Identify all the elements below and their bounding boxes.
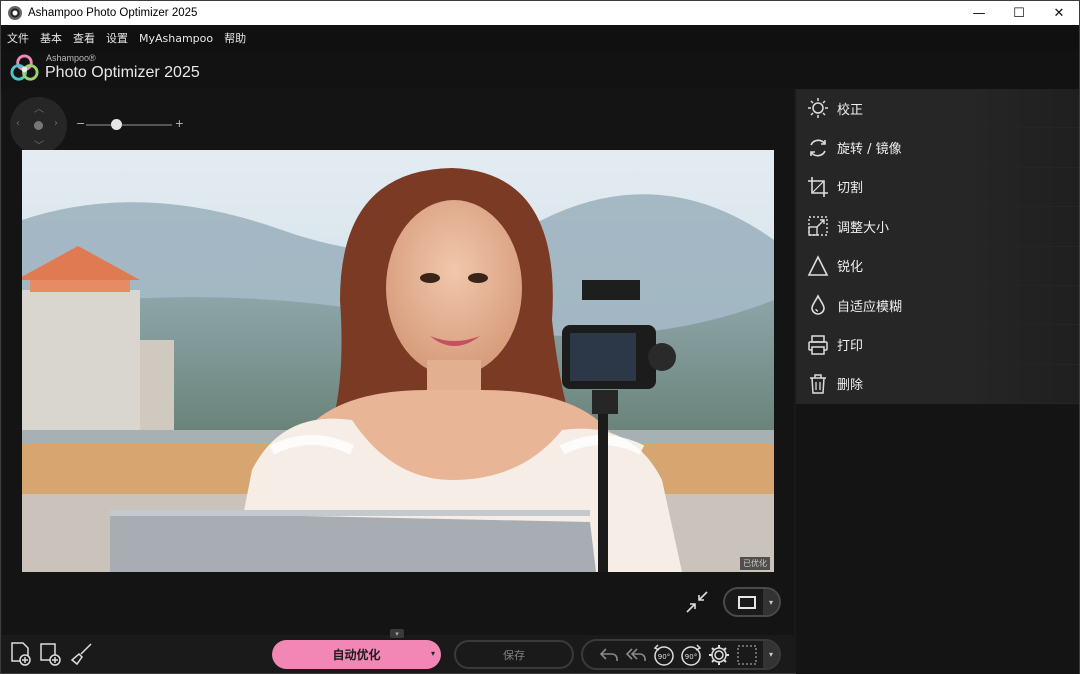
- zoom-in-icon[interactable]: +: [175, 117, 184, 130]
- rotate-left-icon[interactable]: 90°: [652, 643, 676, 667]
- logo-brand: Ashampoo®: [46, 53, 96, 63]
- panel-item-label: 旋转 / 镜像: [837, 142, 902, 158]
- collapse-chevron-icon[interactable]: ▾: [390, 629, 404, 638]
- panel-item-label: 校正: [837, 102, 864, 118]
- drop-icon: [803, 294, 833, 316]
- save-button[interactable]: 保存: [454, 640, 574, 669]
- add-folder-icon[interactable]: [38, 641, 64, 667]
- panel-item-label: 自适应模糊: [837, 299, 903, 315]
- rotate-left-label: 90°: [658, 653, 670, 661]
- brush-icon[interactable]: [69, 641, 95, 667]
- panel-item-resize[interactable]: 调整大小: [796, 207, 1079, 247]
- panel-empty-area: [796, 404, 1079, 674]
- navigation-pad[interactable]: ︿ ﹀ ‹ ›: [10, 97, 67, 154]
- photo-image: [22, 150, 774, 572]
- panel-item-label: 打印: [837, 339, 864, 355]
- menu-basic[interactable]: 基本: [40, 30, 62, 46]
- menu-myashampoo[interactable]: MyAshampoo: [139, 32, 213, 45]
- panel-item-label: 删除: [837, 378, 864, 394]
- crop-icon: [803, 176, 833, 198]
- menu-view[interactable]: 查看: [73, 30, 95, 46]
- app-icon: [8, 6, 22, 20]
- zoom-slider[interactable]: − +: [76, 117, 184, 131]
- panel-item-label: 切割: [837, 181, 864, 197]
- panel-item-blur[interactable]: 自适应模糊: [796, 285, 1079, 326]
- sun-icon: [803, 97, 833, 119]
- bottom-toolbar: ▾ 自动优化 ▾ 保存 90° 90° ▾: [2, 629, 794, 673]
- arrow-left-icon[interactable]: ‹: [16, 118, 20, 129]
- panel-item-print[interactable]: 打印: [796, 325, 1079, 365]
- minimize-button[interactable]: —: [959, 1, 999, 25]
- view-mode-toggle[interactable]: ▾: [723, 587, 781, 617]
- photo-preview: 已优化: [22, 150, 774, 572]
- printer-icon: [803, 334, 833, 356]
- zoom-track[interactable]: [86, 124, 172, 126]
- panel-item-correct[interactable]: 校正: [796, 89, 1079, 129]
- panel-item-delete[interactable]: 删除: [796, 364, 1079, 405]
- menu-bar: 文件 基本 查看 设置 MyAshampoo 帮助: [1, 25, 1079, 51]
- zoom-out-icon[interactable]: −: [76, 117, 85, 130]
- image-canvas[interactable]: ︿ ﹀ ‹ › − + 已优化 ▾: [2, 89, 794, 635]
- rotate-icon: [803, 137, 833, 159]
- panel-item-rotate[interactable]: 旋转 / 镜像: [796, 128, 1079, 168]
- close-button[interactable]: ✕: [1039, 1, 1079, 25]
- gear-icon[interactable]: [707, 643, 731, 667]
- single-view-icon: [738, 596, 756, 609]
- ashampoo-logo-icon: [10, 54, 39, 81]
- trash-icon: [803, 373, 833, 395]
- optimized-badge: 已优化: [740, 557, 770, 570]
- panel-item-sharpen[interactable]: 锐化: [796, 246, 1079, 286]
- auto-optimize-button[interactable]: 自动优化 ▾: [272, 640, 441, 669]
- menu-file[interactable]: 文件: [7, 30, 29, 46]
- rotate-right-icon[interactable]: 90°: [679, 643, 703, 667]
- maximize-button[interactable]: ☐: [999, 1, 1039, 25]
- panel-item-label: 调整大小: [837, 220, 890, 236]
- rotate-right-label: 90°: [685, 653, 697, 661]
- resize-icon: [803, 215, 833, 237]
- center-dot-icon[interactable]: [34, 121, 43, 130]
- arrow-up-icon[interactable]: ︿: [34, 100, 44, 115]
- menu-help[interactable]: 帮助: [224, 30, 246, 46]
- app-window: Ashampoo Photo Optimizer 2025 — ☐ ✕ 文件 基…: [0, 0, 1080, 674]
- panel-item-label: 锐化: [837, 260, 864, 276]
- auto-optimize-label: 自动优化: [332, 648, 381, 662]
- shrink-icon[interactable]: [684, 589, 710, 615]
- add-file-icon[interactable]: [8, 641, 34, 667]
- tool-panel: 校正 旋转 / 镜像 切割 调整大小 锐化 自适应模糊 打印 删除: [796, 89, 1079, 405]
- tools-dropdown-icon[interactable]: ▾: [763, 641, 779, 668]
- panel-item-crop[interactable]: 切割: [796, 167, 1079, 208]
- logo-product: Photo Optimizer 2025: [45, 64, 200, 81]
- edit-tool-group: 90° 90° ▾: [581, 639, 781, 670]
- undo-all-icon[interactable]: [624, 643, 648, 667]
- logo-row: Ashampoo® Photo Optimizer 2025: [1, 51, 1079, 89]
- selection-icon[interactable]: [735, 643, 759, 667]
- triangle-icon: [803, 254, 833, 277]
- title-bar: Ashampoo Photo Optimizer 2025 — ☐ ✕: [1, 1, 1079, 25]
- view-dropdown-icon[interactable]: ▾: [763, 589, 779, 615]
- undo-icon[interactable]: [597, 643, 621, 667]
- auto-optimize-dropdown-icon[interactable]: ▾: [431, 649, 435, 658]
- zoom-knob[interactable]: [111, 119, 123, 130]
- arrow-right-icon[interactable]: ›: [54, 118, 58, 129]
- menu-settings[interactable]: 设置: [106, 30, 128, 46]
- window-title: Ashampoo Photo Optimizer 2025: [28, 7, 198, 19]
